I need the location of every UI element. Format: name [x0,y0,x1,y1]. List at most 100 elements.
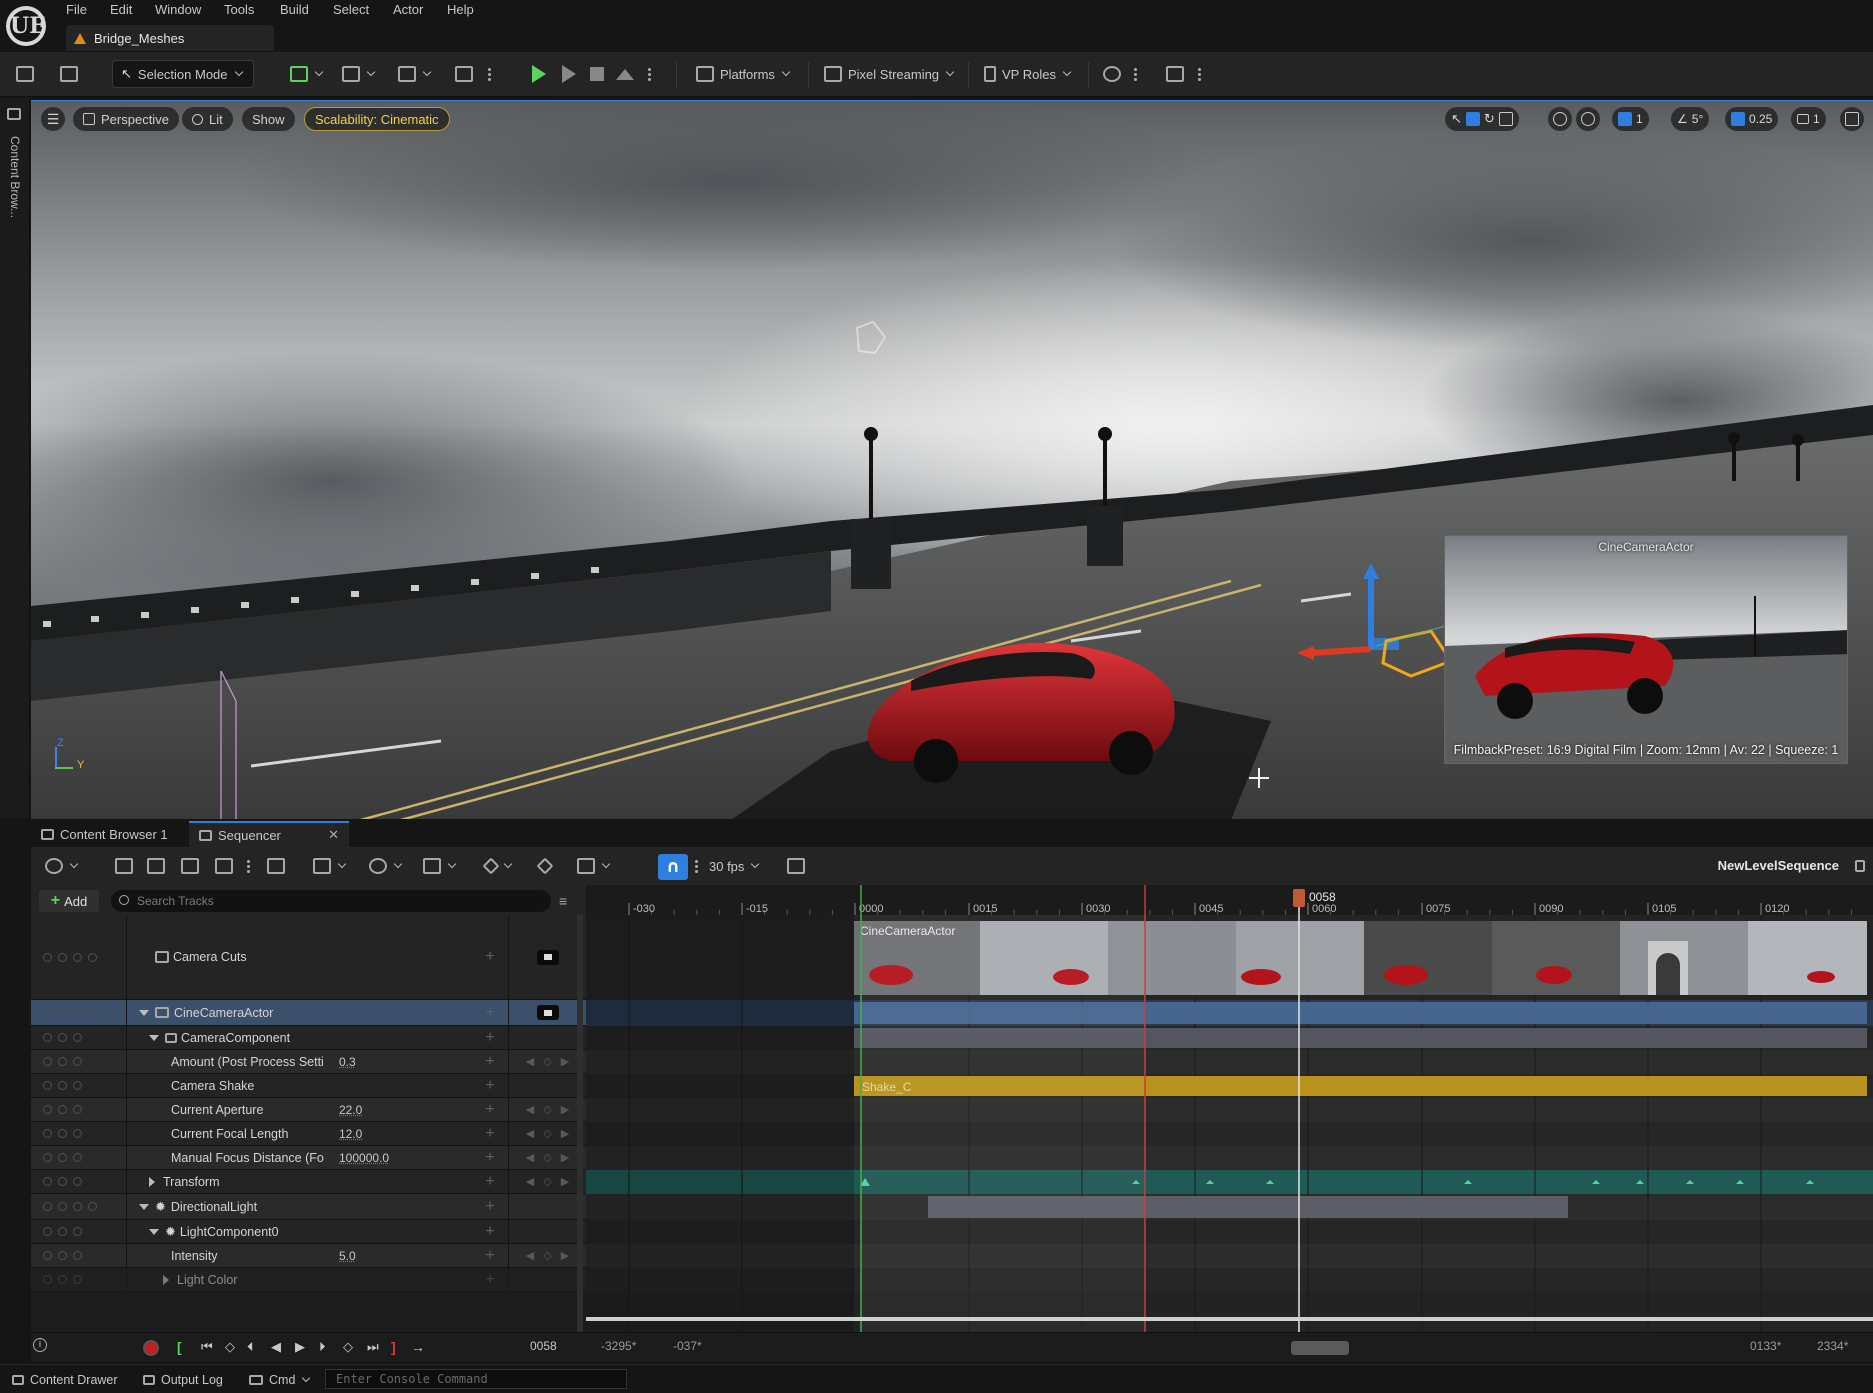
snap-toggle-button[interactable]: ∩ [658,854,688,880]
track-row-light-color[interactable]: Light Color + [31,1268,586,1292]
prev-key-icon[interactable]: ◀ [526,1127,534,1140]
close-icon[interactable]: ✕ [328,827,339,843]
add-key-icon[interactable]: ◇ [543,1151,551,1164]
menu-tools[interactable]: Tools [224,2,254,20]
level-tab[interactable]: Bridge_Meshes [66,25,274,51]
set-start-icon[interactable]: [ [177,1339,182,1355]
play-forward-icon[interactable]: ▶ [295,1339,305,1355]
current-frame[interactable]: 0058 [530,1339,557,1353]
perspective-button[interactable]: Perspective [73,107,179,131]
content-browser-sidebar[interactable]: Content Brow... [0,98,30,818]
revision-control-icon[interactable] [1103,60,1121,88]
sequencer-timeline[interactable]: -030 -015 0000 0015 0030 0045 0060 0075 0090 0105… [586,885,1873,1332]
search-tracks-input[interactable]: Search Tracks [111,890,551,912]
track-row-intensity[interactable]: Intensity 5.0 + ◀ ◇ ▶ [31,1244,586,1268]
selection-mode-dropdown[interactable]: ↖ Selection Mode [112,60,254,88]
add-icon[interactable]: + [472,948,508,966]
add-icon[interactable]: + [472,1077,508,1095]
prev-key-icon[interactable]: ◀ [526,1055,534,1068]
add-key-icon[interactable]: ◇ [543,1175,551,1188]
timeline-tracks[interactable]: -030 -015 0000 0015 0030 0045 0060 0075 0090 0105… [586,885,1873,1332]
fps-dropdown[interactable]: 30 fps [709,852,760,880]
more-options-icon[interactable] [488,60,491,88]
view-end[interactable]: 2334* [1817,1339,1848,1353]
more-options-icon[interactable] [247,852,250,880]
track-row-camera-component[interactable]: CameraComponent + [31,1026,586,1050]
track-row-current-focal-length[interactable]: Current Focal Length 12.0 + ◀ ◇ ▶ [31,1122,586,1146]
rotate-tool-icon[interactable]: ↻ [1484,111,1495,127]
eject-button[interactable] [616,60,634,88]
add-icon[interactable]: + [472,1029,508,1047]
build-icon[interactable] [455,60,473,88]
track-value[interactable]: 0.3 [339,1055,356,1069]
tab-sequencer[interactable]: Sequencer ✕ [189,821,349,847]
add-icon[interactable]: + [472,1125,508,1143]
filter-icon[interactable]: ≡ [559,893,567,909]
view-options-dropdown[interactable] [369,852,403,880]
add-actor-button[interactable] [290,60,324,88]
track-row-directional-light[interactable]: ✹ DirectionalLight + [31,1194,586,1220]
more-options-icon[interactable] [1198,60,1201,88]
save-icon[interactable] [115,852,133,880]
add-icon[interactable]: + [472,1271,508,1289]
view-range-scrollbar[interactable] [1291,1341,1349,1355]
jump-to-end-icon[interactable]: ⏭ [367,1339,379,1355]
menu-actor[interactable]: Actor [393,2,423,20]
add-icon[interactable]: + [472,1173,508,1191]
show-button[interactable]: Show [242,107,295,131]
console-input[interactable]: Enter Console Command [325,1369,627,1389]
add-key-icon[interactable]: ◇ [543,1055,551,1068]
add-key-icon[interactable]: ◇ [543,1127,551,1140]
next-key-icon[interactable]: ▶ [561,1103,569,1116]
expand-icon[interactable] [149,1034,159,1041]
expand-icon[interactable] [149,1176,155,1187]
cmd-dropdown[interactable]: Cmd [249,1371,311,1389]
key-interpolation-dropdown[interactable] [482,852,513,880]
transform-tools[interactable]: ↖ ↻ [1445,107,1519,131]
prev-key-icon[interactable]: ◀ [526,1151,534,1164]
track-value[interactable]: 22.0 [339,1103,362,1117]
track-value[interactable]: 100000.0 [339,1151,389,1165]
viewport-menu-button[interactable]: ☰ [41,107,65,131]
jump-to-start-icon[interactable]: ⏮ [201,1339,213,1355]
track-outliner-scrollbar[interactable] [577,915,583,1332]
add-icon[interactable]: + [472,1004,508,1022]
view-start[interactable]: -3295* [601,1339,636,1353]
maximize-viewport-icon[interactable] [1840,107,1864,131]
expand-icon[interactable] [163,1274,169,1285]
add-icon[interactable]: + [472,1149,508,1167]
add-icon[interactable]: + [472,1247,508,1265]
rotation-snap-button[interactable]: ∠ 5° [1671,107,1710,131]
loop-icon[interactable]: → [411,1339,425,1355]
add-key-icon[interactable]: ◇ [543,1103,551,1116]
prev-key-icon[interactable]: ◀ [526,1103,534,1116]
tab-content-browser[interactable]: Content Browser 1 [31,821,178,847]
next-key-icon[interactable]: ▶ [561,1151,569,1164]
play-button[interactable] [532,60,546,88]
track-row-manual-focus-distance[interactable]: Manual Focus Distance (Fo 100000.0 + ◀ ◇ ▶ [31,1146,586,1170]
expand-icon[interactable] [149,1228,159,1235]
edit-mode-dropdown[interactable] [577,852,611,880]
more-options-icon[interactable] [1134,60,1137,88]
track-row-light-component[interactable]: ✹ LightComponent0 + [31,1220,586,1244]
next-key-icon[interactable]: ▶ [561,1055,569,1068]
settings-icon[interactable] [1166,60,1184,88]
camera-lock-icon[interactable] [536,949,559,965]
curve-editor-icon[interactable] [787,852,805,880]
platforms-dropdown[interactable]: Platforms [696,60,791,88]
next-key-icon[interactable]: ▶ [561,1175,569,1188]
track-value[interactable]: 12.0 [339,1127,362,1141]
blueprint-button[interactable] [342,60,376,88]
track-row-cine-camera-actor[interactable]: CineCameraActor + [31,1000,586,1026]
add-icon[interactable]: + [472,1198,508,1216]
working-start[interactable]: -037* [673,1339,702,1353]
pixel-streaming-dropdown[interactable]: Pixel Streaming [824,60,955,88]
find-asset-icon[interactable] [147,852,165,880]
add-icon[interactable]: + [472,1101,508,1119]
playback-options-dropdown[interactable] [423,852,457,880]
menu-window[interactable]: Window [155,2,201,20]
info-icon[interactable]: i [33,1338,47,1352]
menu-select[interactable]: Select [333,2,369,20]
track-row-transform[interactable]: Transform + ◀ ◇ ▶ [31,1170,586,1194]
camera-lock-icon[interactable] [536,1005,559,1020]
